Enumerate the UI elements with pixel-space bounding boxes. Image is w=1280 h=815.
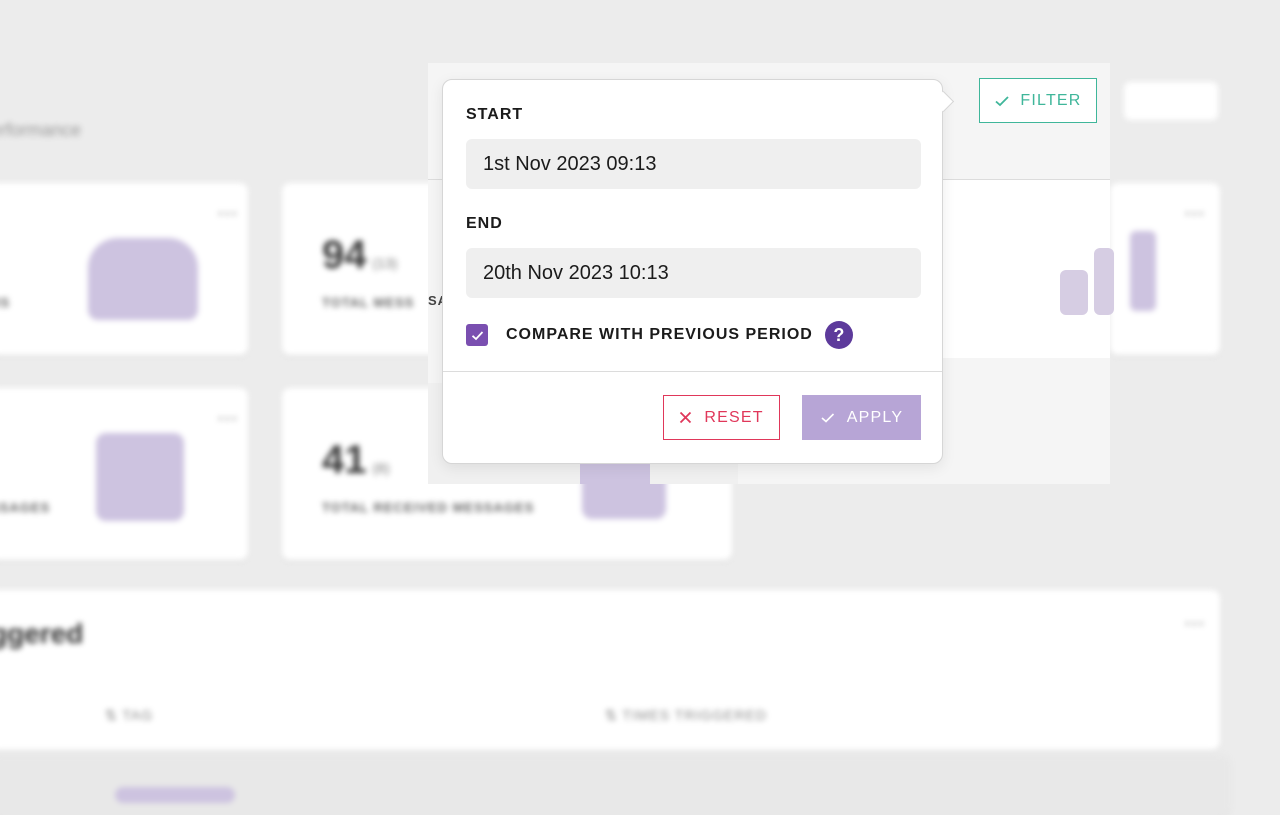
reset-button-label: RESET — [704, 408, 764, 426]
stat-card: 94 (13) Total mess — [282, 183, 442, 355]
question-icon[interactable]: ? — [824, 321, 853, 349]
table-row — [0, 755, 1230, 815]
compare-label: COMPARE WITH PREVIOUS PERIOD — [506, 326, 813, 343]
section-subtitle: erformance — [0, 120, 82, 140]
end-label: END — [466, 215, 503, 232]
filter-button[interactable]: FILTER — [979, 78, 1097, 123]
triggered-section: ggered ••• ⇅ Tag ⇅ Times triggered — [0, 590, 1220, 750]
reset-button[interactable]: RESET — [663, 395, 780, 440]
users-icon — [88, 238, 198, 320]
close-icon — [680, 411, 692, 424]
check-icon — [471, 330, 483, 340]
card-menu-icon: ••• — [1185, 205, 1206, 221]
compare-checkbox[interactable] — [466, 324, 488, 346]
stat-card: ••• rs — [0, 183, 248, 355]
stat-card: ••• — [1110, 183, 1220, 355]
apply-button-label: APPLY — [846, 408, 904, 426]
card-menu-icon: ••• — [218, 410, 239, 426]
end-date-input[interactable] — [466, 248, 921, 298]
chart-bar-icon — [1060, 270, 1088, 315]
outbox-icon — [96, 433, 184, 521]
start-date-input[interactable] — [466, 139, 921, 189]
compare-row: COMPARE WITH PREVIOUS PERIOD ? — [466, 321, 853, 349]
check-icon — [821, 413, 834, 423]
card-menu-icon: ••• — [218, 205, 239, 221]
card-menu-icon: ••• — [1185, 615, 1206, 631]
date-filter-popover: START END COMPARE WITH PREVIOUS PERIOD ?… — [442, 79, 955, 464]
inbox-icon — [580, 463, 650, 484]
start-label: START — [466, 106, 524, 123]
apply-button[interactable]: APPLY — [802, 395, 921, 440]
check-icon — [995, 95, 1010, 106]
popover-divider — [443, 371, 942, 372]
stat-card: ••• ssages — [0, 388, 248, 560]
edit-button[interactable] — [1124, 82, 1218, 120]
filter-button-label: FILTER — [1020, 91, 1082, 109]
